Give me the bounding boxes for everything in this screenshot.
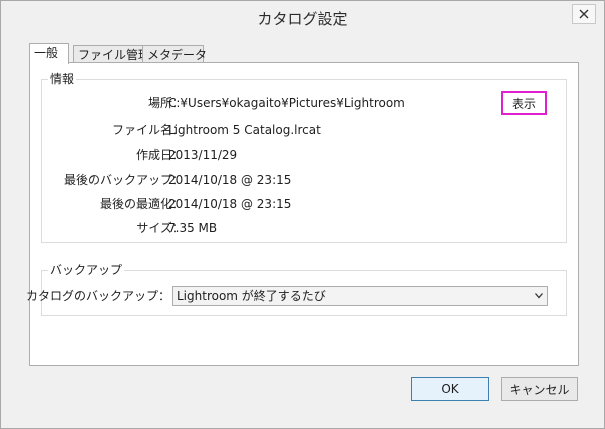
close-button[interactable]: [572, 4, 596, 24]
created-value: 2013/11/29: [168, 148, 238, 162]
last-backup-row: 最後のバックアップ： 2014/10/18 @ 23:15: [29, 172, 579, 188]
location-row: 場所： C:¥Users¥okagaito¥Pictures¥Lightroom: [29, 95, 579, 111]
dialog-window: カタログ設定 一般 ファイル管理 メタデータ 情報 場所： C:¥Users¥o…: [0, 0, 605, 429]
last-backup-label: 最後のバックアップ：: [63, 173, 184, 187]
catalog-backup-row: カタログのバックアップ：: [25, 288, 172, 304]
show-location-button[interactable]: 表示: [501, 91, 547, 115]
filename-row: ファイル名： Lightroom 5 Catalog.lrcat: [29, 122, 579, 138]
tab-file-handling[interactable]: ファイル管理: [73, 45, 150, 63]
location-value: C:¥Users¥okagaito¥Pictures¥Lightroom: [168, 96, 405, 110]
tab-general[interactable]: 一般: [29, 43, 69, 64]
size-row: サイズ： 7.35 MB: [29, 220, 579, 236]
info-group-label: 情報: [48, 71, 77, 87]
window-title: カタログ設定: [257, 10, 348, 28]
filename-value: Lightroom 5 Catalog.lrcat: [168, 123, 321, 137]
tab-metadata[interactable]: メタデータ: [142, 45, 207, 63]
last-optimized-value: 2014/10/18 @ 23:15: [168, 197, 292, 211]
last-backup-value: 2014/10/18 @ 23:15: [168, 173, 292, 187]
created-row: 作成日： 2013/11/29: [29, 147, 579, 163]
ok-button[interactable]: OK: [411, 377, 489, 401]
backup-group-label: バックアップ: [48, 262, 125, 278]
size-value: 7.35 MB: [168, 221, 218, 235]
last-optimized-row: 最後の最適化： 2014/10/18 @ 23:15: [29, 196, 579, 212]
close-icon: [579, 9, 589, 19]
catalog-backup-label: カタログのバックアップ：: [25, 289, 170, 303]
catalog-backup-selected-value: Lightroom が終了するたび: [177, 289, 326, 303]
title-bar[interactable]: カタログ設定: [1, 1, 604, 31]
chevron-down-icon: [535, 293, 543, 299]
cancel-button[interactable]: キャンセル: [501, 377, 578, 401]
catalog-backup-select[interactable]: Lightroom が終了するたび: [172, 286, 548, 306]
